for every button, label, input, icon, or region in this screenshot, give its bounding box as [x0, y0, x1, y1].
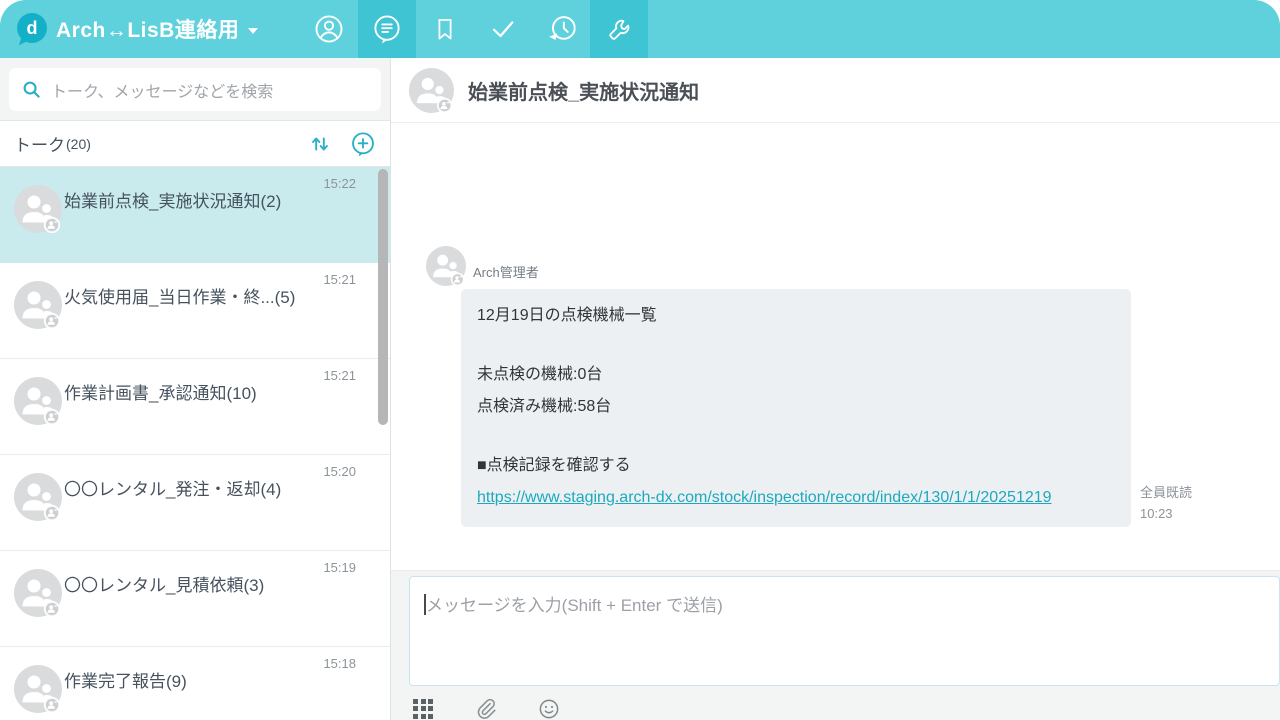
paperclip-icon: [474, 697, 497, 720]
bookmark-icon: [431, 15, 459, 43]
chat-title: 始業前点検_実施状況通知: [468, 76, 699, 105]
stamp-grid-icon: [413, 699, 433, 719]
wrench-admin-icon: [605, 15, 634, 44]
talk-list-item[interactable]: 〇〇レンタル_発注・返却(4) 15:20: [0, 455, 390, 551]
search-area: トーク、メッセージなどを検索: [0, 58, 390, 121]
message-line: 未点検の機械:0台: [477, 359, 1115, 391]
talk-title: 始業前点検_実施状況通知(2): [64, 191, 320, 214]
chat-header: 始業前点検_実施状況通知: [391, 58, 1280, 123]
search-input[interactable]: トーク、メッセージなどを検索: [9, 68, 381, 111]
read-status: 全員既読 10:23: [1140, 483, 1192, 527]
talk-title: 〇〇レンタル_見積依頼(3): [64, 575, 320, 598]
talk-list-item[interactable]: 作業計画書_承認通知(10) 15:21: [0, 359, 390, 455]
message-history-icon: [546, 14, 577, 45]
logo-letter: d: [27, 19, 38, 37]
smiley-icon: [538, 698, 560, 720]
search-placeholder: トーク、メッセージなどを検索: [51, 78, 273, 102]
message-bubble: 12月19日の点検機械一覧 未点検の機械:0台 点検済み機械:58台 ■点検記録…: [461, 289, 1131, 527]
talk-time: 15:22: [323, 176, 356, 191]
group-avatar: [409, 68, 454, 113]
talks-icon: [372, 14, 402, 44]
talk-list-item[interactable]: 作業完了報告(9) 15:18: [0, 647, 390, 720]
task-check-icon: [488, 14, 518, 44]
talk-list-item[interactable]: 始業前点検_実施状況通知(2) 15:22: [0, 167, 390, 263]
tasks-button[interactable]: [474, 0, 532, 58]
topbar-nav: [300, 0, 648, 58]
sort-arrows-icon: [308, 132, 332, 156]
talk-list-item[interactable]: 〇〇レンタル_見積依頼(3) 15:19: [0, 551, 390, 647]
history-button[interactable]: [532, 0, 590, 58]
message-input-placeholder: メッセージを入力(Shift + Enter で送信): [426, 596, 723, 615]
talk-title: 火気使用届_当日作業・終...(5): [64, 287, 320, 310]
chat-pane: 始業前点検_実施状況通知 Arch管理者 12月19日の点検機械一覧 未点検の機…: [391, 58, 1280, 720]
talks-label: トーク: [14, 131, 65, 156]
attach-file-button[interactable]: [474, 697, 497, 720]
search-icon: [21, 79, 42, 100]
group-avatar: [14, 473, 62, 521]
emoji-button[interactable]: [538, 698, 560, 720]
content-area: トーク、メッセージなどを検索 トーク(20): [0, 58, 1280, 720]
talk-time: 15:21: [323, 272, 356, 287]
logo-bubble-icon: d: [17, 13, 47, 43]
add-talk-icon: [350, 131, 376, 157]
sidebar: トーク、メッセージなどを検索 トーク(20): [0, 58, 391, 720]
workspace-switcher[interactable]: Arch↔LisB連絡用: [56, 0, 258, 58]
group-avatar: [14, 185, 62, 233]
talk-time: 15:18: [323, 656, 356, 671]
message-line: ■点検記録を確認する: [477, 450, 1115, 482]
profile-icon: [314, 14, 344, 44]
talks-header: トーク(20): [0, 121, 390, 167]
profile-button[interactable]: [300, 0, 358, 58]
workspace-title: Arch↔LisB連絡用: [56, 14, 239, 44]
talk-list-item[interactable]: 火気使用届_当日作業・終...(5) 15:21: [0, 263, 390, 359]
talk-time: 15:21: [323, 368, 356, 383]
message-sender: Arch管理者: [473, 246, 1260, 281]
sender-avatar: [426, 246, 466, 286]
talk-title: 作業計画書_承認通知(10): [64, 383, 320, 406]
read-status-label: 全員既読: [1140, 483, 1192, 504]
message-blank-line: [477, 423, 1115, 450]
composer: メッセージを入力(Shift + Enter で送信): [391, 570, 1280, 720]
talk-time: 15:20: [323, 464, 356, 479]
app-logo[interactable]: d: [17, 13, 49, 45]
talk-title: 〇〇レンタル_発注・返却(4): [64, 479, 320, 502]
message-line: 12月19日の点検機械一覧: [477, 300, 1115, 332]
talk-time: 15:19: [323, 560, 356, 575]
app-window: d Arch↔LisB連絡用: [0, 0, 1280, 720]
group-avatar: [14, 281, 62, 329]
sort-talks-button[interactable]: [308, 132, 332, 156]
message-group: Arch管理者 12月19日の点検機械一覧 未点検の機械:0台 点検済み機械:5…: [426, 246, 1260, 527]
message-input[interactable]: メッセージを入力(Shift + Enter で送信): [409, 576, 1280, 686]
group-avatar: [14, 377, 62, 425]
bookmark-button[interactable]: [416, 0, 474, 58]
inspection-record-link[interactable]: https://www.staging.arch-dx.com/stock/in…: [477, 482, 1115, 514]
message-line: 点検済み機械:58台: [477, 391, 1115, 423]
chevron-down-icon: [248, 28, 258, 34]
read-status-time: 10:23: [1140, 504, 1192, 525]
admin-tools-button[interactable]: [590, 0, 648, 58]
talks-button[interactable]: [358, 0, 416, 58]
composer-toolbar: [409, 697, 1280, 720]
talk-list-scrollbar[interactable]: [378, 169, 388, 425]
message-blank-line: [477, 332, 1115, 359]
talk-title: 作業完了報告(9): [64, 671, 320, 694]
stamp-grid-button[interactable]: [413, 699, 433, 719]
group-avatar: [14, 569, 62, 617]
group-avatar: [14, 665, 62, 713]
topbar: d Arch↔LisB連絡用: [0, 0, 1280, 58]
new-talk-button[interactable]: [350, 131, 376, 157]
message-area: Arch管理者 12月19日の点検機械一覧 未点検の機械:0台 点検済み機械:5…: [391, 123, 1280, 570]
talk-list: 始業前点検_実施状況通知(2) 15:22 火気使用届_当日作業・終...(5)…: [0, 167, 390, 720]
talks-count: (20): [66, 136, 91, 152]
